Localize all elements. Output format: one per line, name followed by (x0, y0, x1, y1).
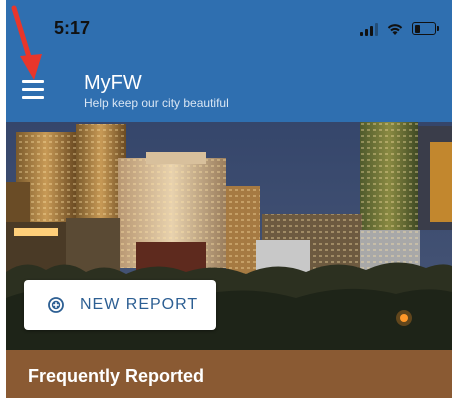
status-time: 5:17 (54, 18, 91, 38)
cellular-signal-icon (360, 22, 378, 36)
new-report-button[interactable]: NEW REPORT (24, 280, 216, 330)
status-icons (360, 20, 439, 36)
hamburger-menu-icon-line (22, 79, 44, 83)
app-title: MyFW (84, 72, 142, 94)
new-report-label: NEW REPORT (80, 296, 199, 313)
status-bar: 5:17 (6, 0, 452, 58)
app-subtitle: Help keep our city beautiful (84, 96, 229, 110)
hamburger-menu-icon-line (22, 95, 44, 99)
frequently-reported-section-header: Frequently Reported (6, 350, 452, 398)
hamburger-menu-icon-line (22, 87, 44, 91)
app-screen: 5:17 MyFW Help keep our city beautiful N… (6, 0, 452, 398)
battery-level (414, 24, 421, 33)
battery-icon (412, 22, 439, 35)
add-circle-icon (48, 297, 64, 313)
frequently-reported-title: Frequently Reported (28, 366, 205, 386)
hamburger-menu-button[interactable] (22, 76, 52, 102)
app-bar: MyFW Help keep our city beautiful (6, 58, 452, 122)
wifi-icon (387, 24, 403, 35)
